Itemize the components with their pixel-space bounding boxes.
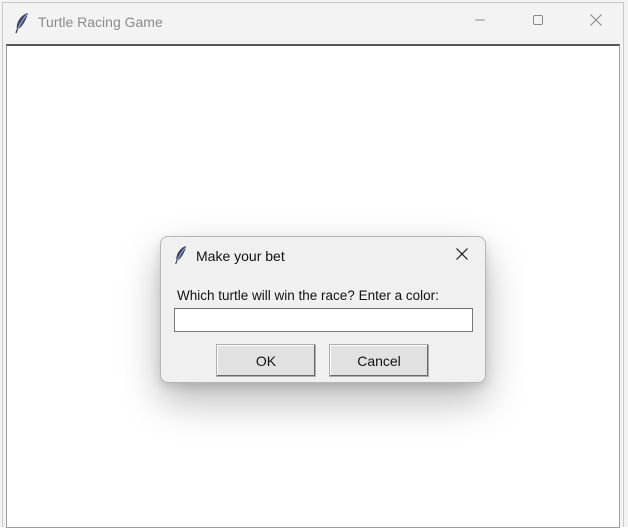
- dialog-title: Make your bet: [196, 248, 285, 264]
- close-button[interactable]: [567, 3, 625, 41]
- close-icon: [589, 13, 603, 32]
- ok-button[interactable]: OK: [216, 344, 316, 377]
- maximize-icon: [532, 13, 544, 31]
- desktop: Turtle Racing Game Make your bet Which t…: [0, 0, 628, 528]
- title-bar[interactable]: Turtle Racing Game: [3, 3, 623, 43]
- close-icon: [455, 247, 469, 266]
- bet-prompt: Which turtle will win the race? Enter a …: [177, 288, 439, 303]
- dialog-close-button[interactable]: [449, 245, 475, 267]
- window-title: Turtle Racing Game: [38, 14, 163, 30]
- minimize-button[interactable]: [451, 3, 509, 41]
- maximize-button[interactable]: [509, 3, 567, 41]
- cancel-button[interactable]: Cancel: [329, 344, 429, 377]
- bet-dialog: Make your bet Which turtle will win the …: [160, 236, 486, 383]
- feather-icon: [173, 245, 189, 265]
- minimize-icon: [474, 13, 486, 31]
- color-input[interactable]: [174, 308, 473, 332]
- feather-icon: [13, 12, 31, 34]
